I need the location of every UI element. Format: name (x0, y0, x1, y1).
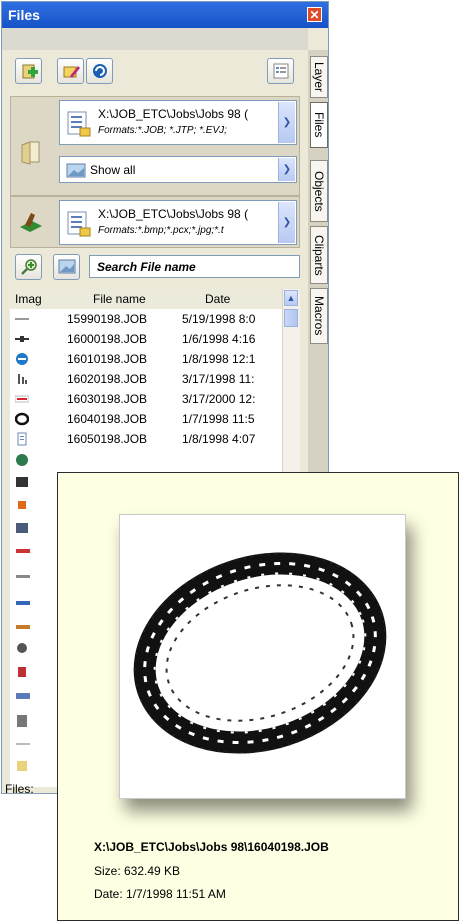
chevron-down-icon[interactable]: ❯ (278, 202, 295, 243)
filter-combo[interactable]: Show all ❯ (59, 156, 297, 183)
column-header-date[interactable]: Date (205, 292, 230, 306)
folder-icon (21, 141, 40, 165)
column-header-image[interactable]: Imag (15, 292, 42, 306)
paint-stamp-icon (20, 213, 42, 232)
table-row[interactable]: 16040198.JOB 1/7/1998 11:5 (10, 409, 282, 429)
image-icon (58, 259, 75, 274)
tab-files[interactable]: Files (310, 102, 328, 148)
column-header-name[interactable]: File name (93, 292, 146, 306)
tab-cliparts[interactable]: Cliparts (310, 226, 328, 284)
thin-bar-icon (15, 318, 29, 320)
refresh-button[interactable] (86, 58, 113, 84)
row-file-date: 1/6/1998 4:16 (182, 332, 256, 346)
table-row[interactable]: 16020198.JOB 3/17/1998 11: (10, 369, 282, 389)
preview-toggle-button[interactable] (53, 254, 80, 280)
search-field[interactable]: Search File name (89, 255, 300, 278)
red-bar-icon (15, 395, 29, 403)
close-icon[interactable]: ✕ (307, 7, 322, 22)
ornate-ring-image (133, 552, 387, 754)
job-source-path: X:\JOB_ETC\Jobs\Jobs 98 ( (98, 107, 249, 121)
arrow-icon (15, 336, 29, 342)
table-row[interactable]: 15990198.JOB 5/19/1998 8:0 (10, 309, 282, 329)
edit-button[interactable] (57, 58, 84, 84)
image-source-combo[interactable]: X:\JOB_ETC\Jobs\Jobs 98 ( Formats:*.bmp;… (59, 200, 297, 245)
row-file-name: 16050198.JOB (67, 432, 148, 446)
chevron-down-icon[interactable]: ❯ (278, 158, 295, 181)
list-view-icon (273, 63, 288, 79)
scroll-thumb[interactable] (284, 309, 298, 327)
row-file-date: 3/17/2000 12: (182, 392, 256, 406)
preview-file-path: X:\JOB_ETC\Jobs\Jobs 98\16040198.JOB (94, 840, 329, 854)
add-file-icon (22, 64, 38, 79)
thumbnail-icons-column (16, 454, 30, 771)
preview-file-date: Date: 1/7/1998 11:51 AM (94, 887, 226, 901)
pencil-folder-icon (63, 66, 80, 78)
view-list-button[interactable] (267, 58, 294, 84)
row-file-date: 3/17/1998 11: (182, 372, 255, 386)
row-file-name: 15990198.JOB (67, 312, 148, 326)
job-source-combo[interactable]: X:\JOB_ETC\Jobs\Jobs 98 ( Formats:*.JOB;… (59, 100, 297, 145)
row-file-name: 16010198.JOB (67, 352, 148, 366)
pattern-icon (17, 432, 27, 446)
row-file-date: 1/7/1998 11:5 (182, 412, 255, 426)
search-button[interactable] (15, 254, 42, 280)
refresh-icon (92, 64, 107, 78)
document-list-icon (67, 111, 91, 137)
panel-subbar (2, 28, 308, 50)
panel-titlebar[interactable]: Files ✕ (2, 2, 328, 28)
scroll-up-icon[interactable]: ▲ (284, 290, 298, 306)
image-source-section: X:\JOB_ETC\Jobs\Jobs 98 ( Formats:*.bmp;… (10, 196, 300, 248)
panel-title: Files (8, 7, 40, 23)
search-placeholder: Search File name (97, 260, 196, 274)
preview-thumbnail (119, 514, 406, 799)
row-file-name: 16000198.JOB (67, 332, 148, 346)
table-row[interactable]: 16010198.JOB 1/8/1998 12:1 (10, 349, 282, 369)
preview-file-size: Size: 632.49 KB (94, 864, 181, 878)
file-list-header: Imag File name Date (10, 289, 299, 310)
row-file-date: 5/19/1998 8:0 (182, 312, 256, 326)
table-row[interactable]: 16050198.JOB 1/8/1998 4:07 (10, 429, 282, 449)
document-list-icon (67, 211, 91, 237)
tab-objects[interactable]: Objects (310, 160, 328, 222)
status-text: Files: (5, 782, 34, 794)
image-icon (66, 163, 86, 178)
ring-icon (15, 412, 29, 426)
add-file-button[interactable] (15, 58, 42, 84)
job-source-formats: Formats:*.JOB; *.JTP; *.EVJ; (98, 125, 227, 136)
search-icon (20, 259, 37, 275)
row-file-date: 1/8/1998 12:1 (182, 352, 256, 366)
blue-circle-icon (16, 353, 28, 365)
row-file-name: 16030198.JOB (67, 392, 148, 406)
job-source-section: X:\JOB_ETC\Jobs\Jobs 98 ( Formats:*.JOB;… (10, 96, 300, 196)
image-source-formats: Formats:*.bmp;*.pcx;*.jpg;*.t (98, 225, 224, 236)
row-file-date: 1/8/1998 4:07 (182, 432, 256, 446)
row-file-name: 16040198.JOB (67, 412, 148, 426)
tab-macros[interactable]: Macros (310, 288, 328, 344)
file-preview-tooltip: X:\JOB_ETC\Jobs\Jobs 98\16040198.JOB Siz… (57, 472, 459, 921)
row-file-name: 16020198.JOB (67, 372, 148, 386)
tab-layer[interactable]: Layer (310, 56, 328, 98)
chevron-down-icon[interactable]: ❯ (278, 102, 295, 143)
filter-value: Show all (90, 163, 136, 177)
image-source-path: X:\JOB_ETC\Jobs\Jobs 98 ( (98, 207, 249, 221)
pattern-icon (18, 374, 27, 384)
table-row[interactable]: 16030198.JOB 3/17/2000 12: (10, 389, 282, 409)
table-row[interactable]: 16000198.JOB 1/6/1998 4:16 (10, 329, 282, 349)
